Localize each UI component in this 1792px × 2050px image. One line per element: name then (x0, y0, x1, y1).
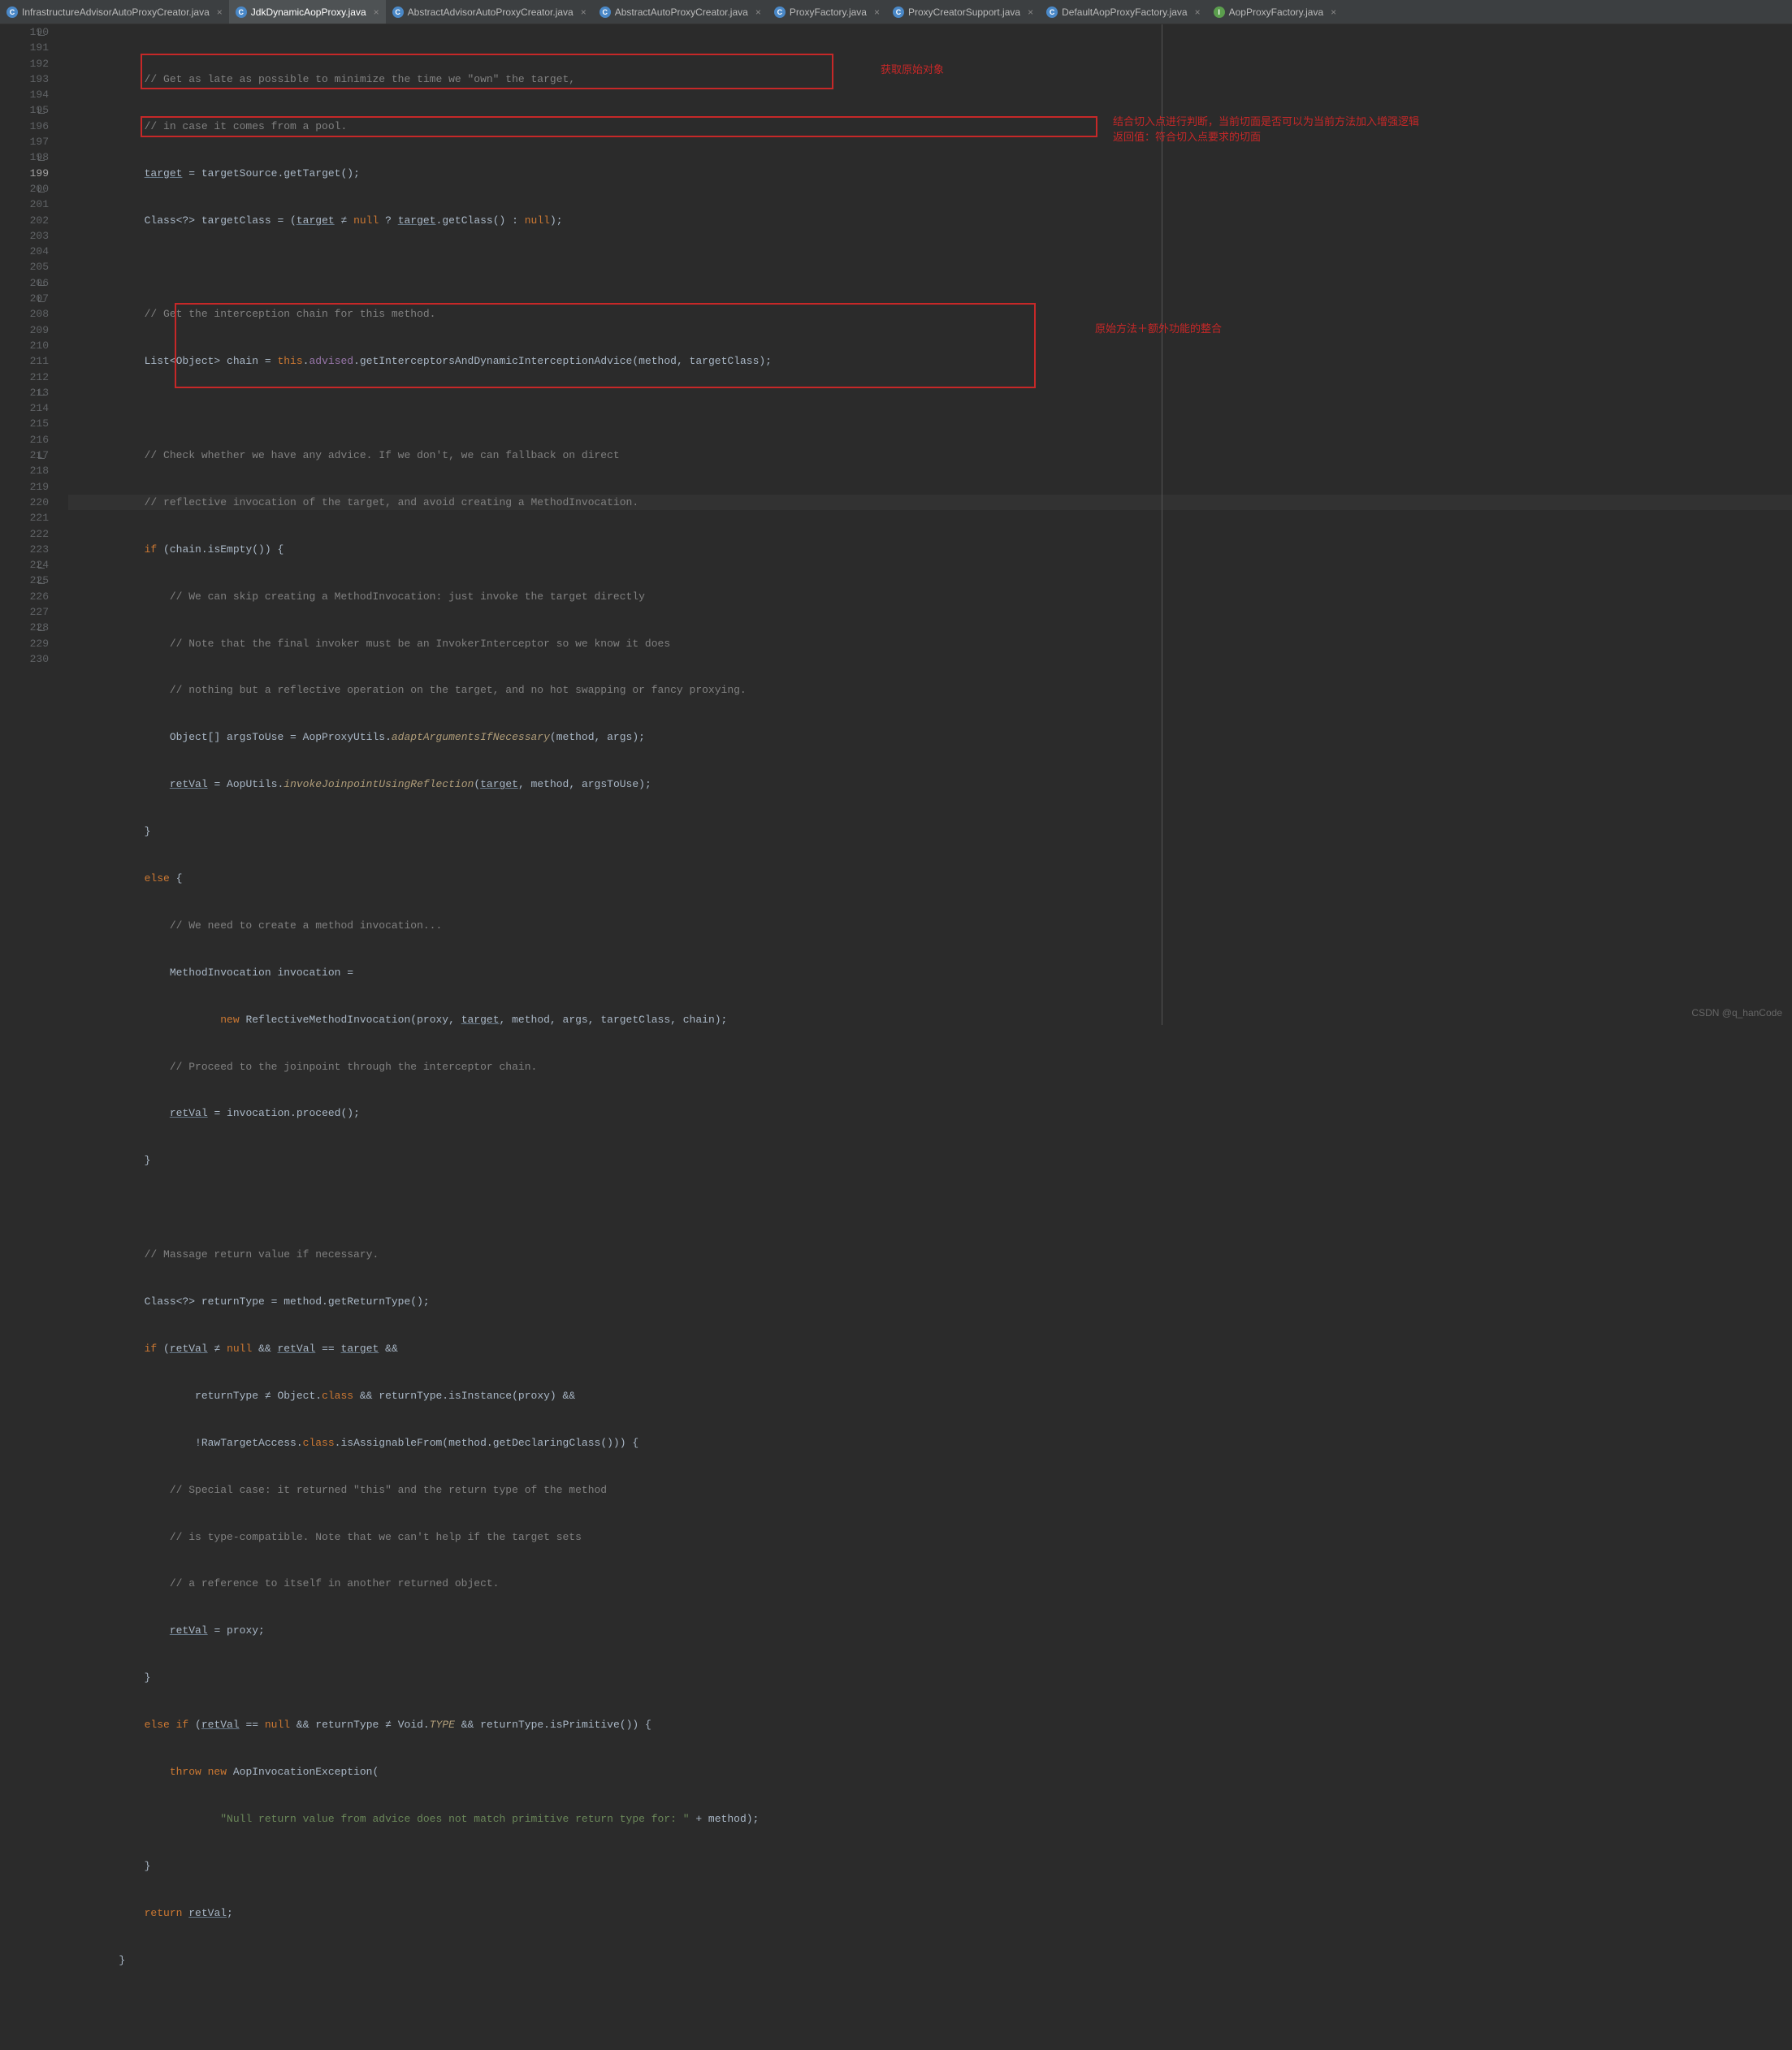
close-icon[interactable]: × (1195, 6, 1201, 18)
line-number[interactable]: 204 (0, 244, 49, 259)
line-number[interactable]: 218 (0, 463, 49, 478)
line-number[interactable]: 213 (0, 385, 49, 400)
line-number[interactable]: 197 (0, 134, 49, 149)
line-number[interactable]: 222 (0, 526, 49, 542)
line-number[interactable]: 225 (0, 573, 49, 588)
line-number[interactable]: 220 (0, 495, 49, 510)
tab-label: InfrastructureAdvisorAutoProxyCreator.ja… (22, 6, 210, 18)
fold-indicator-icon[interactable] (37, 102, 45, 118)
close-icon[interactable]: × (374, 6, 379, 18)
line-number[interactable]: 214 (0, 400, 49, 416)
line-number[interactable]: 228 (0, 620, 49, 635)
close-icon[interactable]: × (217, 6, 223, 18)
code-area[interactable]: // Get as late as possible to minimize t… (65, 24, 1792, 1025)
annotation-text-1: 获取原始对象 (881, 62, 944, 77)
comment: // in case it comes from a pool. (68, 120, 347, 132)
watermark: CSDN @q_hanCode (1691, 1007, 1782, 1019)
line-number[interactable]: 223 (0, 542, 49, 557)
annotation-text-2: 结合切入点进行判断，当前切面是否可以为当前方法加入增强逻辑 返回值：符合切入点要… (1113, 114, 1419, 145)
line-number[interactable]: 202 (0, 213, 49, 228)
fold-indicator-icon[interactable] (37, 275, 45, 291)
editor-tab[interactable]: C JdkDynamicAopProxy.java × (229, 0, 386, 24)
fold-indicator-icon[interactable] (37, 181, 45, 197)
close-icon[interactable]: × (755, 6, 761, 18)
line-number[interactable]: 191 (0, 40, 49, 55)
line-number[interactable]: 226 (0, 589, 49, 604)
tab-label: AopProxyFactory.java (1229, 6, 1324, 18)
line-number[interactable]: 198 (0, 149, 49, 165)
line-number-gutter: 1901911921931941951961971981992002012022… (0, 24, 65, 1025)
line-number[interactable]: 212 (0, 370, 49, 385)
class-icon: C (599, 6, 611, 18)
tab-label: JdkDynamicAopProxy.java (251, 6, 366, 18)
class-icon: C (893, 6, 904, 18)
line-number[interactable]: 192 (0, 56, 49, 71)
line-number[interactable]: 216 (0, 432, 49, 448)
line-number[interactable]: 217 (0, 448, 49, 463)
line-number[interactable]: 201 (0, 197, 49, 212)
interface-icon: I (1214, 6, 1225, 18)
line-number[interactable]: 195 (0, 102, 49, 118)
line-number[interactable]: 230 (0, 651, 49, 667)
line-number[interactable]: 194 (0, 87, 49, 102)
fold-indicator-icon[interactable] (37, 291, 45, 306)
tab-label: AbstractAdvisorAutoProxyCreator.java (408, 6, 574, 18)
tab-label: AbstractAutoProxyCreator.java (615, 6, 748, 18)
line-number[interactable]: 221 (0, 510, 49, 525)
editor-tab[interactable]: C ProxyCreatorSupport.java × (886, 0, 1040, 24)
fold-indicator-icon[interactable] (37, 557, 45, 573)
comment: // Get as late as possible to minimize t… (68, 73, 575, 85)
line-number[interactable]: 227 (0, 604, 49, 620)
line-number[interactable]: 196 (0, 119, 49, 134)
line-number[interactable]: 224 (0, 557, 49, 573)
editor-tab[interactable]: C ProxyFactory.java × (768, 0, 886, 24)
close-icon[interactable]: × (1028, 6, 1033, 18)
close-icon[interactable]: × (581, 6, 587, 18)
fold-indicator-icon[interactable] (37, 149, 45, 165)
editor-tab[interactable]: C AbstractAutoProxyCreator.java × (593, 0, 768, 24)
line-number[interactable]: 206 (0, 275, 49, 291)
editor-tab[interactable]: C AbstractAdvisorAutoProxyCreator.java × (386, 0, 593, 24)
editor-tab[interactable]: C InfrastructureAdvisorAutoProxyCreator.j… (0, 0, 229, 24)
close-icon[interactable]: × (1331, 6, 1336, 18)
line-number[interactable]: 229 (0, 636, 49, 651)
tab-label: DefaultAopProxyFactory.java (1062, 6, 1188, 18)
tab-label: ProxyCreatorSupport.java (908, 6, 1020, 18)
class-icon: C (774, 6, 786, 18)
fold-indicator-icon[interactable] (37, 573, 45, 588)
editor-tab[interactable]: C DefaultAopProxyFactory.java × (1040, 0, 1207, 24)
fold-indicator-icon[interactable] (37, 385, 45, 400)
line-number[interactable]: 209 (0, 322, 49, 338)
line-number[interactable]: 211 (0, 353, 49, 369)
editor-tab-bar: C InfrastructureAdvisorAutoProxyCreator.j… (0, 0, 1792, 24)
line-number[interactable]: 207 (0, 291, 49, 306)
tab-label: ProxyFactory.java (790, 6, 867, 18)
class-icon: C (236, 6, 247, 18)
line-number[interactable]: 210 (0, 338, 49, 353)
line-number[interactable]: 200 (0, 181, 49, 197)
line-number[interactable]: 205 (0, 259, 49, 275)
editor-tab[interactable]: I AopProxyFactory.java × (1207, 0, 1344, 24)
line-number[interactable]: 199 (0, 166, 49, 181)
fold-indicator-icon[interactable] (37, 24, 45, 40)
fold-indicator-icon[interactable] (37, 448, 45, 463)
class-icon: C (6, 6, 18, 18)
line-number[interactable]: 203 (0, 228, 49, 244)
line-number[interactable]: 193 (0, 71, 49, 87)
line-number[interactable]: 208 (0, 306, 49, 322)
editor-wrap: 1901911921931941951961971981992002012022… (0, 24, 1792, 1025)
class-icon: C (392, 6, 404, 18)
line-number[interactable]: 215 (0, 416, 49, 431)
class-icon: C (1046, 6, 1058, 18)
var-target: target (145, 167, 183, 179)
line-number[interactable]: 190 (0, 24, 49, 40)
line-number[interactable]: 219 (0, 479, 49, 495)
fold-indicator-icon[interactable] (37, 620, 45, 635)
annotation-text-3: 原始方法＋额外功能的整合 (1095, 321, 1222, 336)
close-icon[interactable]: × (874, 6, 880, 18)
